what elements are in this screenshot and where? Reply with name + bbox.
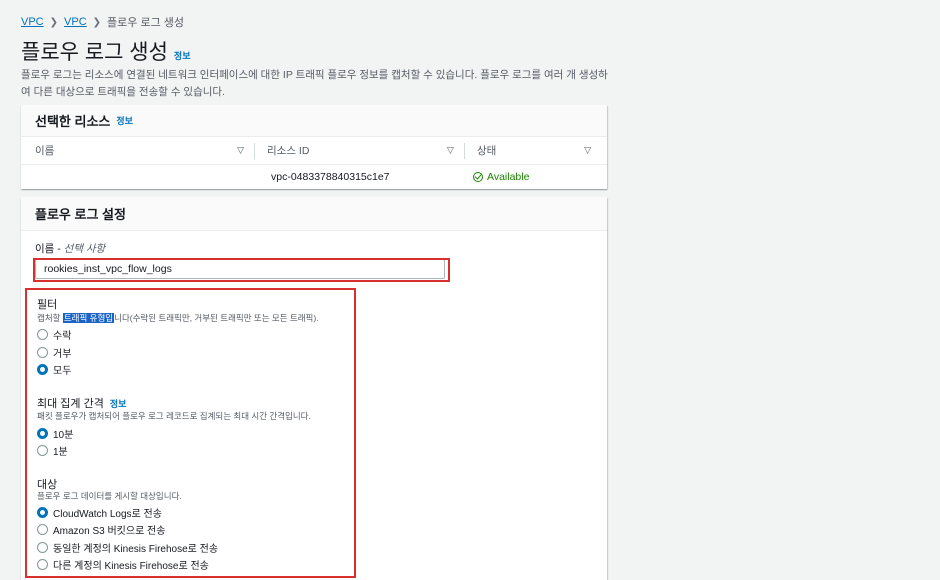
sort-icon[interactable]: ▽ [447, 145, 454, 156]
row-resource-id: vpc-0483378840315c1e7 [271, 171, 390, 183]
radio-button[interactable] [37, 542, 48, 553]
filter-radio-accept[interactable]: 수락 [37, 327, 71, 342]
breadcrumb-current: 플로우 로그 생성 [107, 17, 184, 29]
interval-label: 최대 집계 간격 정보 [37, 397, 127, 410]
radio-button[interactable] [37, 559, 48, 570]
resources-table-header: 이름 ▽ 리소스 ID ▽ 상태 ▽ [21, 137, 607, 165]
radio-button[interactable] [37, 445, 48, 456]
selected-resources-title: 선택한 리소스 [35, 114, 111, 129]
page-description: 플로우 로그는 리소스에 연결된 네트워크 인터페이스에 대한 IP 트래픽 플… [21, 69, 608, 98]
annotation-box-name [33, 258, 450, 282]
interval-info-link[interactable]: 정보 [110, 397, 127, 410]
filter-label: 필터 [37, 299, 58, 311]
status-badge: Available [487, 171, 530, 183]
filter-radio-all[interactable]: 모두 [37, 362, 71, 377]
radio-button-selected[interactable] [37, 507, 48, 518]
table-row: vpc-0483378840315c1e7 Available [21, 165, 607, 189]
radio-button[interactable] [37, 347, 48, 358]
radio-button[interactable] [37, 329, 48, 340]
flow-log-settings-title: 플로우 로그 설정 [35, 207, 126, 222]
name-field-label: 이름 - 선택 사항 [35, 243, 106, 255]
radio-button-selected[interactable] [37, 428, 48, 439]
breadcrumb-vpc-link-2[interactable]: VPC [64, 16, 87, 28]
page-title: 플로우 로그 생성 [21, 41, 168, 64]
destination-radio-firehose-other[interactable]: 다른 계정의 Kinesis Firehose로 전송 [37, 557, 209, 572]
destination-radio-s3[interactable]: Amazon S3 버킷으로 전송 [37, 522, 165, 537]
selected-resources-header: 선택한 리소스 정보 [21, 105, 607, 137]
flow-log-settings-header: 플로우 로그 설정 [21, 197, 607, 231]
sort-icon[interactable]: ▽ [584, 145, 591, 156]
page-title-row: 플로우 로그 생성 정보 [21, 36, 190, 66]
radio-button[interactable] [37, 524, 48, 535]
page-info-link[interactable]: 정보 [174, 49, 191, 62]
interval-radio-10min[interactable]: 10분 [37, 426, 73, 441]
chevron-right-icon: ❯ [49, 16, 59, 28]
breadcrumb: VPC ❯ VPC ❯ 플로우 로그 생성 [21, 14, 184, 30]
destination-radio-firehose-same[interactable]: 동일한 계정의 Kinesis Firehose로 전송 [37, 540, 218, 555]
filter-radio-reject[interactable]: 거부 [37, 345, 71, 360]
chevron-right-icon: ❯ [92, 16, 102, 28]
row-status: Available [473, 171, 529, 183]
breadcrumb-vpc-link[interactable]: VPC [21, 16, 44, 28]
radio-button-selected[interactable] [37, 364, 48, 375]
selected-resources-panel: 선택한 리소스 정보 이름 ▽ 리소스 ID ▽ 상태 ▽ vpc-048337… [21, 105, 607, 189]
column-header-name[interactable]: 이름 ▽ [35, 137, 246, 164]
destination-radio-cloudwatch[interactable]: CloudWatch Logs로 전송 [37, 505, 162, 520]
resources-info-link[interactable]: 정보 [116, 114, 133, 127]
interval-radio-1min[interactable]: 1분 [37, 443, 68, 458]
column-header-status[interactable]: 상태 ▽ [463, 142, 593, 159]
check-circle-icon [473, 172, 483, 182]
filter-description: 캡처할 트래픽 유형입니다(수락된 트래픽만, 거부된 트래픽만 또는 모든 트… [37, 313, 319, 323]
interval-description: 패킷 플로우가 캡처되어 플로우 로그 레코드로 집계되는 최대 시간 간격입니… [37, 411, 311, 421]
column-header-resource-id[interactable]: 리소스 ID ▽ [254, 142, 456, 159]
destination-description: 플로우 로그 데이터를 게시할 대상입니다. [37, 491, 182, 501]
sort-icon[interactable]: ▽ [237, 145, 244, 156]
